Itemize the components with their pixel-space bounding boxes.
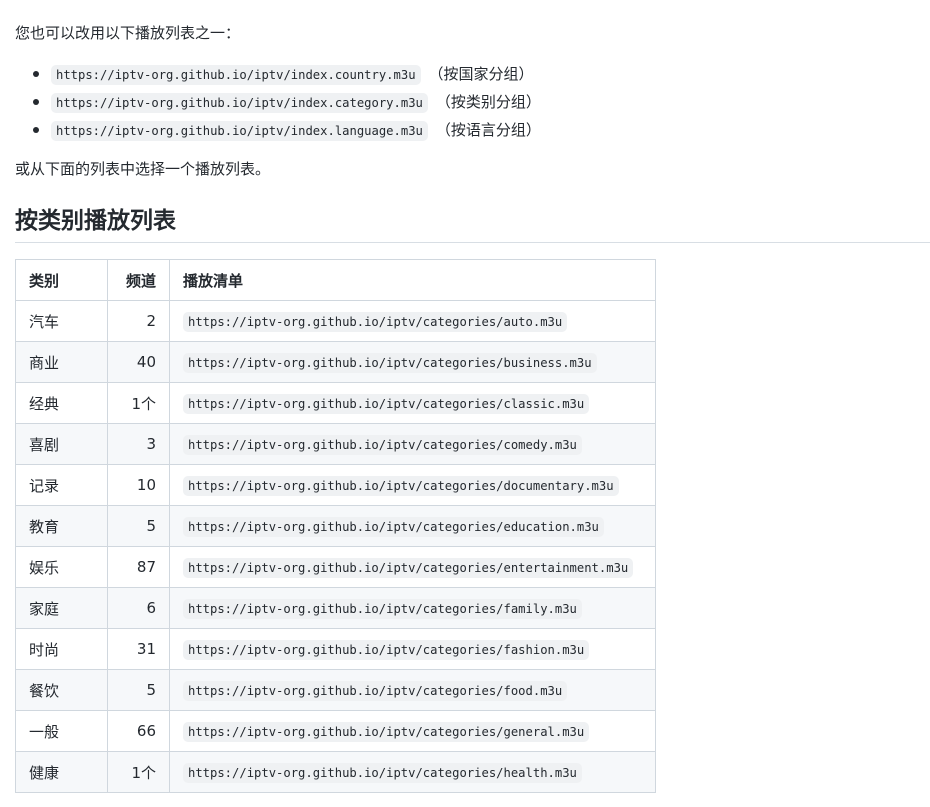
cell-channels: 1个 [107, 751, 170, 793]
table-row: 家庭 6 https://iptv-org.github.io/iptv/categ… [15, 587, 656, 629]
cell-category: 喜剧 [15, 423, 108, 465]
playlist-url[interactable]: https://iptv-org.github.io/iptv/categori… [183, 763, 582, 783]
playlist-url[interactable]: https://iptv-org.github.io/iptv/categori… [183, 558, 634, 578]
cell-channels: 10 [107, 464, 170, 506]
cell-channels: 2 [107, 300, 170, 342]
outro-text: 或从下面的列表中选择一个播放列表。 [15, 160, 271, 178]
cell-playlist: https://iptv-org.github.io/iptv/categori… [169, 464, 656, 506]
list-note: （按国家分组） [428, 65, 534, 83]
cell-category: 家庭 [15, 587, 108, 629]
table-row: 娱乐 87 https://iptv-org.github.io/iptv/cate… [15, 546, 656, 588]
cell-category: 健康 [15, 751, 108, 793]
cell-channels: 6 [107, 587, 170, 629]
cell-channels: 5 [107, 669, 170, 711]
cell-channels: 1个 [107, 382, 170, 424]
header-playlist: 播放清单 [169, 259, 656, 301]
table-row: 汽车 2 https://iptv-org.github.io/iptv/categ… [15, 300, 656, 342]
table-row: 餐饮 5 https://iptv-org.github.io/iptv/categ… [15, 669, 656, 711]
playlist-url[interactable]: https://iptv-org.github.io/iptv/categori… [183, 476, 619, 496]
playlist-url[interactable]: https://iptv-org.github.io/iptv/categori… [183, 681, 568, 701]
cell-playlist: https://iptv-org.github.io/iptv/categori… [169, 751, 656, 793]
cell-channels: 66 [107, 710, 170, 752]
table-row: 一般 66 https://iptv-org.github.io/iptv/cate… [15, 710, 656, 752]
cell-category: 记录 [15, 464, 108, 506]
list-item: https://iptv-org.github.io/iptv/index.co… [33, 60, 541, 88]
cell-category: 教育 [15, 505, 108, 547]
cell-playlist: https://iptv-org.github.io/iptv/categori… [169, 587, 656, 629]
intro-text: 您也可以改用以下播放列表之一： [15, 24, 241, 42]
table-row: 健康 1个 https://iptv-org.github.io/iptv/cate… [15, 751, 656, 793]
list-item: https://iptv-org.github.io/iptv/index.ca… [33, 88, 541, 116]
cell-channels: 31 [107, 628, 170, 670]
cell-playlist: https://iptv-org.github.io/iptv/categori… [169, 628, 656, 670]
cell-channels: 5 [107, 505, 170, 547]
playlist-url[interactable]: https://iptv-org.github.io/iptv/index.la… [51, 121, 428, 141]
header-category: 类别 [15, 259, 108, 301]
cell-category: 餐饮 [15, 669, 108, 711]
playlist-url[interactable]: https://iptv-org.github.io/iptv/categori… [183, 435, 582, 455]
cell-playlist: https://iptv-org.github.io/iptv/categori… [169, 423, 656, 465]
cell-category: 娱乐 [15, 546, 108, 588]
cell-category: 经典 [15, 382, 108, 424]
playlist-url[interactable]: https://iptv-org.github.io/iptv/index.ca… [51, 93, 428, 113]
cell-playlist: https://iptv-org.github.io/iptv/categori… [169, 341, 656, 383]
playlist-url[interactable]: https://iptv-org.github.io/iptv/categori… [183, 517, 604, 537]
cell-channels: 40 [107, 341, 170, 383]
header-channels: 频道 [107, 259, 170, 301]
cell-playlist: https://iptv-org.github.io/iptv/categori… [169, 546, 656, 588]
playlist-url[interactable]: https://iptv-org.github.io/iptv/categori… [183, 353, 597, 373]
list-item: https://iptv-org.github.io/iptv/index.la… [33, 116, 541, 144]
cell-playlist: https://iptv-org.github.io/iptv/categori… [169, 382, 656, 424]
playlist-url[interactable]: https://iptv-org.github.io/iptv/categori… [183, 312, 568, 332]
playlist-list: https://iptv-org.github.io/iptv/index.co… [15, 60, 541, 144]
table-row: 记录 10 https://iptv-org.github.io/iptv/cate… [15, 464, 656, 506]
cell-category: 汽车 [15, 300, 108, 342]
table-row: 教育 5 https://iptv-org.github.io/iptv/categ… [15, 505, 656, 547]
playlist-url[interactable]: https://iptv-org.github.io/iptv/categori… [183, 599, 582, 619]
cell-playlist: https://iptv-org.github.io/iptv/categori… [169, 710, 656, 752]
table-header-row: 类别 频道 播放清单 [15, 259, 656, 301]
list-note: （按类别分组） [435, 93, 541, 111]
table-row: 时尚 31 https://iptv-org.github.io/iptv/cate… [15, 628, 656, 670]
cell-channels: 3 [107, 423, 170, 465]
section-title: 按类别播放列表 [15, 203, 930, 243]
cell-channels: 87 [107, 546, 170, 588]
cell-playlist: https://iptv-org.github.io/iptv/categori… [169, 300, 656, 342]
table-row: 商业 40 https://iptv-org.github.io/iptv/cate… [15, 341, 656, 383]
playlist-url[interactable]: https://iptv-org.github.io/iptv/categori… [183, 394, 590, 414]
cell-category: 时尚 [15, 628, 108, 670]
cell-category: 一般 [15, 710, 108, 752]
category-table: 类别 频道 播放清单 汽车 2 https://iptv-org.github.io… [15, 259, 656, 793]
playlist-url[interactable]: https://iptv-org.github.io/iptv/categori… [183, 640, 590, 660]
playlist-url[interactable]: https://iptv-org.github.io/iptv/categori… [183, 722, 590, 742]
cell-playlist: https://iptv-org.github.io/iptv/categori… [169, 669, 656, 711]
table-row: 喜剧 3 https://iptv-org.github.io/iptv/categ… [15, 423, 656, 465]
cell-playlist: https://iptv-org.github.io/iptv/categori… [169, 505, 656, 547]
list-note: （按语言分组） [435, 121, 541, 139]
table-row: 经典 1个 https://iptv-org.github.io/iptv/cate… [15, 382, 656, 424]
cell-category: 商业 [15, 341, 108, 383]
playlist-url[interactable]: https://iptv-org.github.io/iptv/index.co… [51, 65, 421, 85]
